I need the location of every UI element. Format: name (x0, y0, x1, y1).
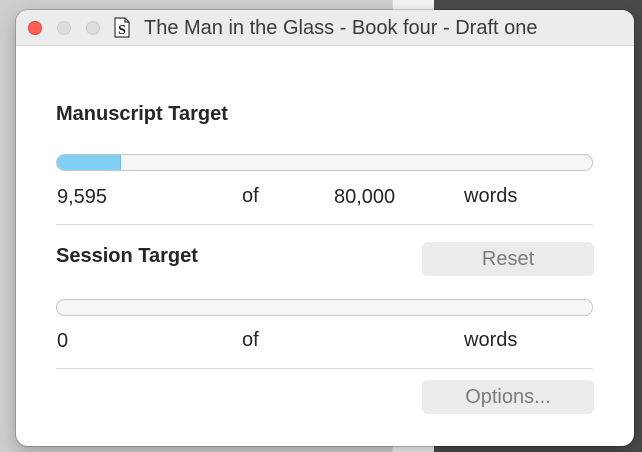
manuscript-of-label: of (242, 185, 259, 207)
options-button[interactable]: Options... (422, 380, 594, 414)
manuscript-unit-label: words (464, 185, 518, 207)
session-progress-bar (56, 299, 593, 316)
manuscript-current-words: 9,595 (57, 186, 108, 208)
manuscript-target-heading: Manuscript Target (56, 103, 228, 125)
manuscript-progress-bar (56, 154, 593, 171)
project-targets-window: S The Man in the Glass - Book four - Dra… (16, 10, 634, 446)
window-title: The Man in the Glass - Book four - Draft… (144, 17, 538, 39)
session-of-label: of (242, 329, 259, 351)
document-icon: S (114, 17, 130, 38)
session-unit-label: words (464, 329, 518, 351)
reset-button[interactable]: Reset (422, 242, 594, 276)
zoom-window-button[interactable] (86, 21, 100, 35)
close-window-button[interactable] (28, 21, 42, 35)
document-icon-glyph: S (118, 23, 126, 38)
minimize-window-button[interactable] (57, 21, 71, 35)
session-current-words: 0 (57, 330, 69, 352)
session-target-heading: Session Target (56, 245, 198, 267)
manuscript-target-words: 80,000 (334, 186, 396, 208)
targets-panel: Manuscript Target 9,595 of 80,000 words … (16, 46, 634, 446)
manuscript-progress-fill (57, 155, 122, 170)
footer-divider (56, 368, 593, 369)
title-bar[interactable]: S The Man in the Glass - Book four - Dra… (16, 10, 634, 46)
section-divider (56, 224, 593, 225)
